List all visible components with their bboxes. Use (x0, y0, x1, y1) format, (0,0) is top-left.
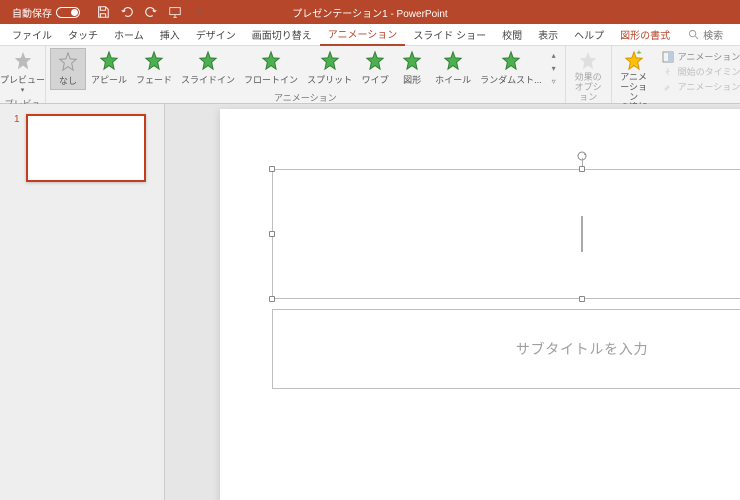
tab-アニメーション[interactable]: アニメーション (320, 24, 406, 46)
effect-options-group: 効果の オプション (566, 46, 612, 103)
qat-dropdown-icon[interactable]: ▾ (192, 5, 206, 19)
animation-ホイール[interactable]: ホイール (431, 48, 475, 88)
titlebar: 自動保存 ▾ プレゼンテーション1 - PowerPoint (0, 0, 740, 24)
resize-handle[interactable] (269, 231, 275, 237)
star-icon (319, 50, 341, 72)
animation-図形[interactable]: 図形 (394, 48, 430, 88)
animation-フロートイン[interactable]: フロートイン (240, 48, 302, 88)
tab-校閲[interactable]: 校閲 (494, 24, 530, 46)
effect-options-label: 効果の オプション (574, 73, 603, 103)
save-icon[interactable] (96, 5, 110, 19)
window-title: プレゼンテーション1 - PowerPoint (292, 5, 447, 20)
preview-icon (12, 50, 34, 72)
slide-thumbnails-panel: 1 (0, 104, 165, 500)
redo-icon[interactable] (144, 5, 158, 19)
tab-図形の書式[interactable]: 図形の書式 (612, 24, 678, 46)
animation-スライドイン[interactable]: スライドイン (177, 48, 239, 88)
star-icon (57, 51, 79, 73)
star-icon (500, 50, 522, 72)
trigger-icon (662, 66, 674, 78)
subtitle-text: サブタイトルを入力 (516, 339, 648, 359)
search-icon (688, 29, 699, 40)
animation-gallery-group: なしアピールフェードスライドインフロートインスプリットワイプ図形ホイールランダム… (46, 46, 566, 103)
resize-handle[interactable] (269, 166, 275, 172)
thumbnail-1[interactable]: 1 (14, 114, 150, 182)
tab-表示[interactable]: 表示 (530, 24, 566, 46)
chevron-down-icon: ▾ (21, 86, 25, 94)
star-icon (442, 50, 464, 72)
animation-フェード[interactable]: フェード (132, 48, 176, 88)
subtitle-placeholder[interactable]: サブタイトルを入力 (272, 309, 740, 389)
add-animation-icon (623, 50, 645, 72)
start-slideshow-icon[interactable] (168, 5, 182, 19)
animation-スプリット[interactable]: スプリット (303, 48, 356, 88)
thumbnail-number: 1 (14, 114, 20, 182)
star-icon (197, 50, 219, 72)
rotate-handle[interactable] (577, 148, 587, 158)
preview-group: プレビュー ▾ プレビュー (0, 46, 46, 103)
quick-access-toolbar: ▾ (96, 5, 206, 19)
animation-ランダムスト...[interactable]: ランダムスト... (476, 48, 546, 88)
text-cursor (582, 216, 583, 252)
tab-画面切り替え[interactable]: 画面切り替え (244, 24, 320, 46)
preview-label: プレビュー (0, 73, 45, 86)
ribbon: プレビュー ▾ プレビュー なしアピールフェードスライドインフロートインスプリッ… (0, 46, 740, 104)
tab-スライド ショー[interactable]: スライド ショー (405, 24, 494, 46)
star-icon (364, 50, 386, 72)
undo-icon[interactable] (120, 5, 134, 19)
slide-canvas[interactable]: サブタイトルを入力 (165, 104, 740, 500)
tab-ファイル[interactable]: ファイル (4, 24, 60, 46)
tab-タッチ[interactable]: タッチ (60, 24, 106, 46)
star-icon (143, 50, 165, 72)
star-icon (260, 50, 282, 72)
thumbnail-image (26, 114, 146, 182)
star-icon (401, 50, 423, 72)
star-icon (98, 50, 120, 72)
advanced-animation-group: アニメーション の追加 ▾ アニメーション ウィンドウ 開始のタイミング アニメ… (612, 46, 740, 103)
gallery-more-button[interactable]: ▴▾▿ (547, 48, 561, 90)
painter-icon (662, 81, 674, 93)
advanced-buttons: アニメーション ウィンドウ 開始のタイミング アニメーションのコピー/貼り付け (656, 48, 740, 95)
workspace: 1 サブタイトルを入力 (0, 104, 740, 500)
tab-デザイン[interactable]: デザイン (188, 24, 244, 46)
resize-handle[interactable] (579, 166, 585, 172)
pane-icon (662, 51, 674, 63)
animation-アピール[interactable]: アピール (87, 48, 131, 88)
slide: サブタイトルを入力 (220, 109, 740, 500)
title-placeholder[interactable] (272, 169, 740, 299)
preview-button[interactable]: プレビュー ▾ (4, 48, 41, 96)
resize-handle[interactable] (269, 296, 275, 302)
autosave-toggle[interactable]: 自動保存 (6, 5, 86, 20)
tab-挿入[interactable]: 挿入 (152, 24, 188, 46)
animation-なし[interactable]: なし (50, 48, 86, 90)
trigger-button: 開始のタイミング (662, 65, 740, 78)
effect-options-button: 効果の オプション (570, 48, 607, 105)
toggle-switch[interactable] (56, 7, 80, 18)
tab-ヘルプ[interactable]: ヘルプ (566, 24, 612, 46)
animation-painter-button: アニメーションのコピー/貼り付け (662, 80, 740, 93)
animation-ワイプ[interactable]: ワイプ (357, 48, 393, 88)
resize-handle[interactable] (579, 296, 585, 302)
search-box[interactable]: 検索 (688, 27, 723, 42)
animation-pane-button[interactable]: アニメーション ウィンドウ (662, 50, 740, 63)
tab-ホーム[interactable]: ホーム (106, 24, 152, 46)
effect-options-icon (577, 50, 599, 72)
autosave-label: 自動保存 (12, 5, 52, 20)
ribbon-tabs: ファイルタッチホーム挿入デザイン画面切り替えアニメーションスライド ショー校閲表… (0, 24, 740, 46)
